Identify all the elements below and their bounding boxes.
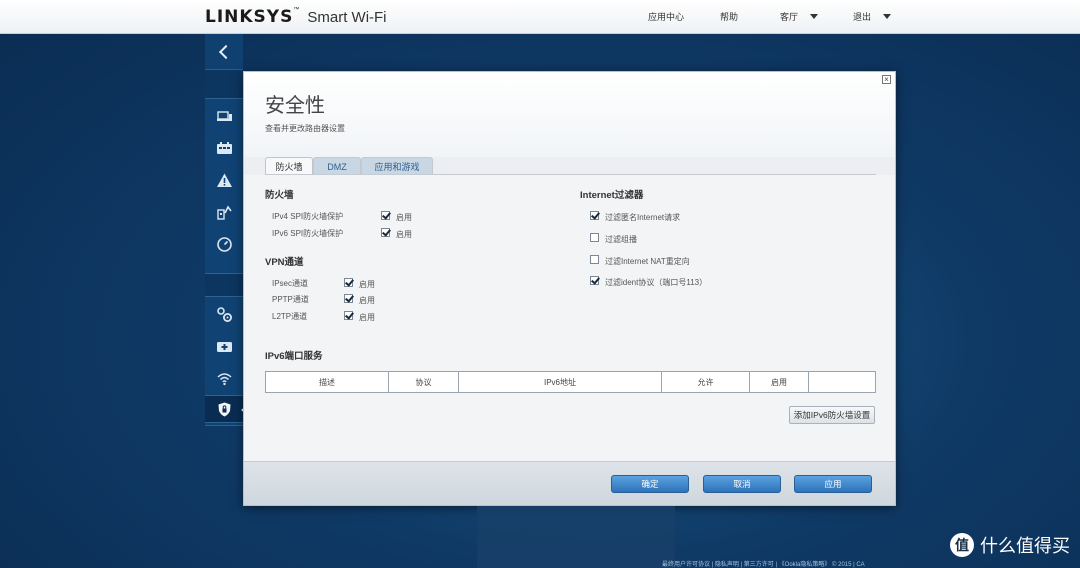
cancel-label: 取消 <box>733 479 751 489</box>
column-header-actions <box>808 371 876 393</box>
column-header-allow[interactable]: 允许 <box>661 371 750 393</box>
vpn-heading: VPN通道 <box>265 257 304 268</box>
add-ipv6-firewall-label: 添加IPv6防火墙设置 <box>793 410 871 420</box>
product-name: Smart Wi-Fi <box>307 9 387 26</box>
watermark: 值 什么值得买 <box>950 532 1070 558</box>
ipsec-enable-label: 启用 <box>359 280 375 289</box>
filter-multicast-checkbox[interactable] <box>590 233 599 242</box>
ipv6-services-heading: IPv6端口服务 <box>265 351 323 362</box>
firewall-heading: 防火墙 <box>265 190 294 201</box>
tab-firewall-label: 防火墙 <box>275 162 303 172</box>
filter-nat-redirect-checkbox[interactable] <box>590 255 599 264</box>
filter-anonymous-checkbox[interactable] <box>590 211 599 220</box>
sidebar-item-network-map[interactable] <box>205 134 243 162</box>
tab-apps-games[interactable]: 应用和游戏 <box>361 157 433 175</box>
close-button[interactable]: × <box>882 75 891 84</box>
alert-icon <box>216 173 232 187</box>
ipsec-label: IPsec通道 <box>272 279 309 288</box>
pptp-label: PPTP通道 <box>272 295 309 304</box>
filter-ident-label: 过滤ident协议（端口号113） <box>605 278 708 287</box>
table-header-row: 描述 协议 IPv6地址 允许 启用 <box>265 371 876 393</box>
devices-icon <box>216 110 232 121</box>
sidebar <box>205 34 247 426</box>
back-chevron-icon <box>218 44 234 59</box>
background-panel <box>477 506 675 568</box>
column-header-description[interactable]: 描述 <box>265 371 389 393</box>
ipv4-spi-label: IPv4 SPI防火墙保护 <box>272 212 344 221</box>
column-header-protocol[interactable]: 协议 <box>388 371 459 393</box>
dialog-header: × 安全性 查看并更改路由器设置 <box>244 72 895 157</box>
chevron-down-icon <box>810 14 819 19</box>
tab-apps-games-label: 应用和游戏 <box>374 162 420 172</box>
ipv6-spi-enable-label: 启用 <box>396 230 412 239</box>
tab-dmz-label: DMZ <box>327 161 347 172</box>
ipv6-spi-checkbox[interactable] <box>381 228 390 237</box>
sidebar-item-connectivity[interactable] <box>205 300 243 328</box>
column-header-enable[interactable]: 启用 <box>749 371 809 393</box>
settings-gears-icon <box>216 306 232 322</box>
cancel-button[interactable]: 取消 <box>703 475 781 493</box>
tab-bar: 防火墙 DMZ 应用和游戏 <box>265 157 876 175</box>
page-title: 安全性 <box>265 95 325 117</box>
ipv4-spi-checkbox[interactable] <box>381 211 390 220</box>
brand-name: LINKSYS <box>205 7 294 27</box>
apply-button[interactable]: 应用 <box>794 475 872 493</box>
trademark-symbol: ™ <box>293 7 300 13</box>
nav-guest-label: 客厅 <box>780 12 799 22</box>
tab-firewall[interactable]: 防火墙 <box>265 157 313 175</box>
back-button[interactable] <box>205 34 243 70</box>
nav-help-label: 帮助 <box>720 12 739 22</box>
sidebar-item-devices[interactable] <box>205 102 243 130</box>
close-icon: × <box>884 74 889 84</box>
nav-app-center[interactable]: 应用中心 <box>648 10 684 23</box>
security-shield-icon <box>218 402 230 416</box>
router-icon <box>216 341 232 352</box>
l2tp-enable-label: 启用 <box>359 313 375 322</box>
page-subtitle: 查看并更改路由器设置 <box>265 124 345 133</box>
filter-ident-checkbox[interactable] <box>590 276 599 285</box>
media-prioritization-icon <box>216 204 232 220</box>
ipv4-spi-enable-label: 启用 <box>396 213 412 222</box>
network-map-icon <box>216 141 232 154</box>
pptp-checkbox[interactable] <box>344 294 353 303</box>
pptp-enable-label: 启用 <box>359 296 375 305</box>
apply-label: 应用 <box>824 479 842 489</box>
ok-button[interactable]: 确定 <box>611 475 689 493</box>
top-bar: LINKSYS ™ Smart Wi-Fi 应用中心 帮助 客厅 退出 <box>0 0 1080 34</box>
ok-label: 确定 <box>641 479 659 489</box>
watermark-badge: 值 <box>950 533 974 557</box>
filter-multicast-label: 过滤组播 <box>605 235 637 244</box>
filter-nat-redirect-label: 过滤Internet NAT重定向 <box>605 257 690 266</box>
l2tp-label: L2TP通道 <box>272 312 308 321</box>
sidebar-item-media-prioritization[interactable] <box>205 198 243 226</box>
tab-dmz[interactable]: DMZ <box>313 157 361 175</box>
column-header-ipv6-address[interactable]: IPv6地址 <box>458 371 662 393</box>
nav-logout-dropdown[interactable]: 退出 <box>853 10 892 23</box>
security-dialog: × 安全性 查看并更改路由器设置 防火墙 DMZ 应用和游戏 防火墙 IPv4 … <box>243 71 896 506</box>
sidebar-item-troubleshooting[interactable] <box>205 332 243 360</box>
l2tp-checkbox[interactable] <box>344 311 353 320</box>
nav-app-center-label: 应用中心 <box>648 12 685 22</box>
ipv6-services-table: 描述 协议 IPv6地址 允许 启用 <box>265 371 876 393</box>
speed-test-icon <box>216 236 232 252</box>
ipv6-spi-label: IPv6 SPI防火墙保护 <box>272 229 344 238</box>
sidebar-item-alerts[interactable] <box>205 166 243 194</box>
chevron-down-icon <box>883 14 892 19</box>
sidebar-item-security[interactable] <box>205 395 247 423</box>
nav-logout-label: 退出 <box>853 12 872 22</box>
add-ipv6-firewall-button[interactable]: 添加IPv6防火墙设置 <box>789 406 875 424</box>
filter-anonymous-label: 过滤匿名Internet请求 <box>605 213 681 222</box>
wifi-icon <box>216 372 232 385</box>
nav-guest-dropdown[interactable]: 客厅 <box>780 10 819 23</box>
sidebar-item-speed-test[interactable] <box>205 230 243 258</box>
linksys-logo[interactable]: LINKSYS ™ Smart Wi-Fi <box>205 7 387 27</box>
footer-links[interactable]: 最终用户许可协议 | 隐私声明 | 第三方许可 | 《Ookla隐私策略》 © … <box>662 559 865 568</box>
nav-help[interactable]: 帮助 <box>720 10 738 23</box>
watermark-text: 什么值得买 <box>980 536 1070 556</box>
internet-filter-heading: Internet过滤器 <box>580 190 644 201</box>
sidebar-item-wireless[interactable] <box>205 364 243 392</box>
ipsec-checkbox[interactable] <box>344 278 353 287</box>
